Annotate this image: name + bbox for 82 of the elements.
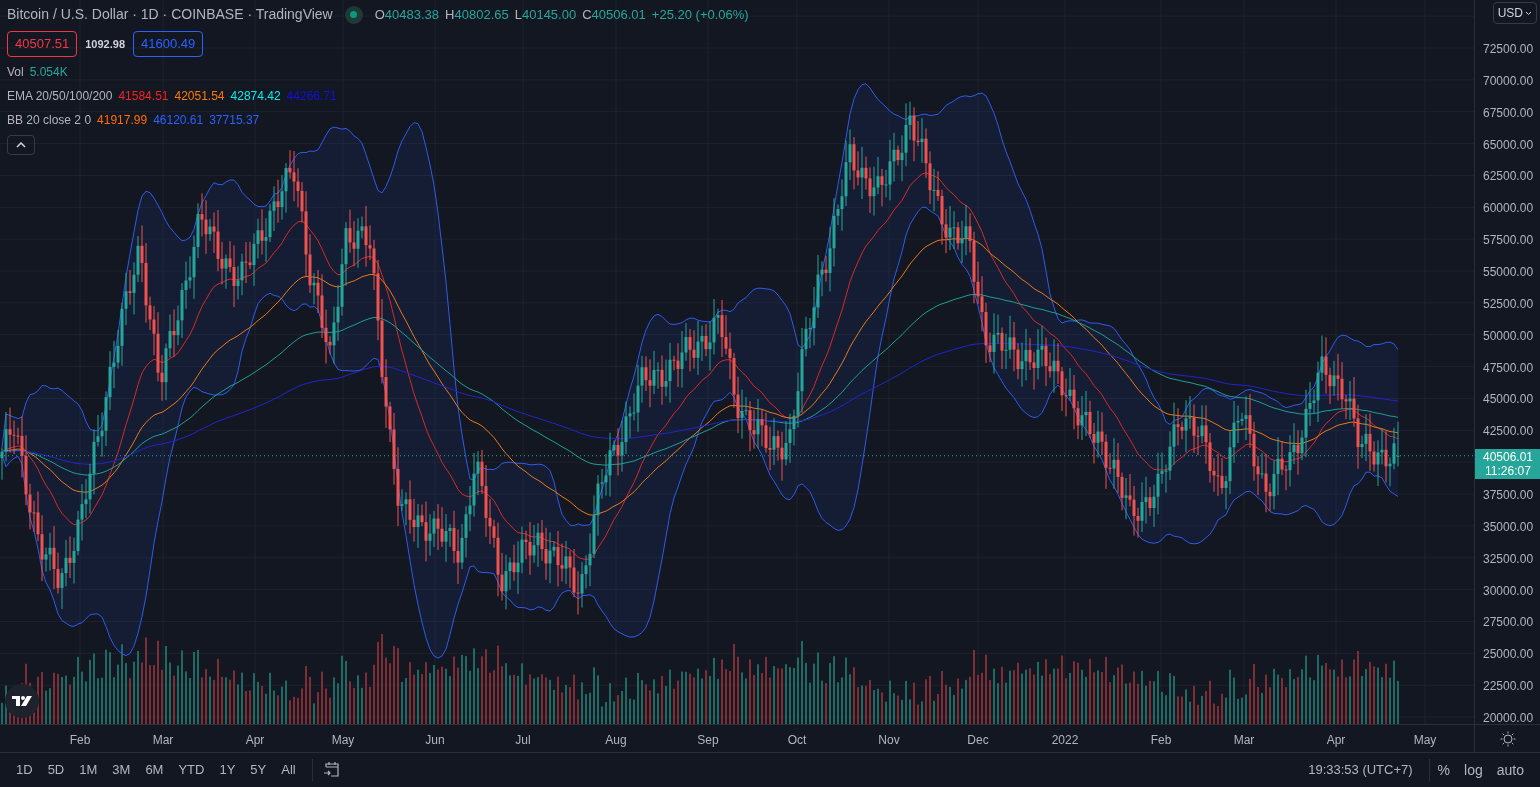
price-label: 25000.00: [1483, 646, 1534, 664]
price-label: 42500.00: [1483, 423, 1534, 441]
range-button[interactable]: 5Y: [244, 756, 273, 784]
price-label: 52500.00: [1483, 295, 1534, 313]
calendar-icon[interactable]: [322, 761, 341, 779]
price-label: 60000.00: [1483, 200, 1534, 218]
price-label: 50000.00: [1483, 327, 1534, 345]
sell-price-box[interactable]: 40507.51: [7, 31, 78, 57]
scale-toggle[interactable]: log: [1464, 759, 1483, 781]
time-label: 2022: [1051, 732, 1079, 749]
range-button[interactable]: 1M: [73, 756, 104, 784]
countdown-value: 11:26:07: [1485, 464, 1531, 478]
range-button[interactable]: 3M: [106, 756, 137, 784]
price-label: 65000.00: [1483, 136, 1534, 154]
indicator-name: Vol: [7, 63, 24, 81]
ohlc-label: L: [514, 5, 522, 24]
currency-button[interactable]: USD: [1492, 2, 1537, 24]
price-label: 35000.00: [1483, 518, 1534, 536]
scale-toggle[interactable]: auto: [1496, 759, 1524, 781]
clock-text: 19:33:53 (UTC+7): [1307, 761, 1414, 780]
indicator-name: BB 20 close 2 0: [7, 111, 92, 129]
price-label: 27500.00: [1483, 614, 1534, 632]
settings-icon[interactable]: [1499, 730, 1516, 747]
ohlc-label: C: [582, 5, 592, 24]
caret-icon: [1525, 10, 1532, 16]
range-button[interactable]: All: [275, 756, 302, 784]
price-label: 67500.00: [1483, 104, 1534, 122]
time-label: May: [1413, 732, 1437, 749]
indicator-name: EMA 20/50/100/200: [7, 87, 113, 105]
price-label: 57500.00: [1483, 232, 1534, 250]
indicator-value: 37715.37: [209, 111, 260, 129]
time-label: Feb: [1150, 732, 1172, 749]
range-button[interactable]: 5D: [41, 756, 71, 784]
ohlc-value: 40145.00: [521, 5, 577, 24]
time-label: Dec: [967, 732, 989, 749]
price-change: +25.20 (+0.06%): [651, 5, 749, 24]
collapse-button[interactable]: [7, 134, 35, 155]
time-label: Mar: [152, 732, 174, 749]
chart-title: Bitcoin / U.S. Dollar · 1D · COINBASE · TradingView: [7, 5, 333, 24]
time-label: Oct: [787, 732, 807, 749]
time-label: Mar: [1233, 732, 1255, 749]
indicator-value: 41917.99: [97, 111, 148, 129]
price-label: 47500.00: [1483, 359, 1534, 377]
time-label: Jun: [425, 732, 445, 749]
last-price-value: 40506.01: [1482, 450, 1534, 464]
ohlc-label: H: [445, 5, 455, 24]
ohlc-value: 40802.65: [454, 5, 509, 24]
ohlc-label: O: [374, 5, 385, 24]
indicator-value: 44266.71: [286, 87, 337, 105]
indicator-value: 46120.61: [153, 111, 204, 129]
price-label: 20000.00: [1483, 710, 1534, 728]
indicator-value: 42874.42: [230, 87, 281, 105]
price-label: 70000.00: [1483, 72, 1534, 90]
range-button[interactable]: 1Y: [213, 756, 242, 784]
range-button[interactable]: YTD: [172, 756, 211, 784]
time-label: May: [331, 732, 355, 749]
chevron-up-icon: [16, 141, 26, 148]
time-label: Sep: [697, 732, 719, 749]
range-button[interactable]: 1D: [10, 756, 39, 784]
buy-price-box[interactable]: 41600.49: [133, 31, 204, 57]
ohlc-value: 40483.38: [384, 5, 440, 24]
time-label: Feb: [69, 732, 91, 749]
time-label: Aug: [605, 732, 627, 749]
time-label: Nov: [878, 732, 900, 749]
indicator-value: 41584.51: [118, 87, 169, 105]
scale-toggle[interactable]: %: [1437, 759, 1451, 781]
time-label: Apr: [245, 732, 265, 749]
price-label: 30000.00: [1483, 582, 1534, 600]
indicator-value: 42051.54: [174, 87, 225, 105]
range-button[interactable]: 6M: [139, 756, 170, 784]
price-label: 72500.00: [1483, 41, 1534, 58]
price-label: 62500.00: [1483, 168, 1534, 186]
price-label: 45000.00: [1483, 391, 1534, 409]
price-label: 37500.00: [1483, 487, 1534, 505]
time-label: Apr: [1326, 732, 1346, 749]
time-label: Jul: [515, 732, 531, 749]
ohlc-value: 40506.01: [591, 5, 646, 24]
indicator-value: 5.054K: [29, 63, 68, 81]
spread-value: 1092.98: [85, 36, 125, 52]
price-label: 32500.00: [1483, 550, 1534, 568]
price-label: 55000.00: [1483, 264, 1534, 281]
price-label: 22500.00: [1483, 678, 1534, 696]
